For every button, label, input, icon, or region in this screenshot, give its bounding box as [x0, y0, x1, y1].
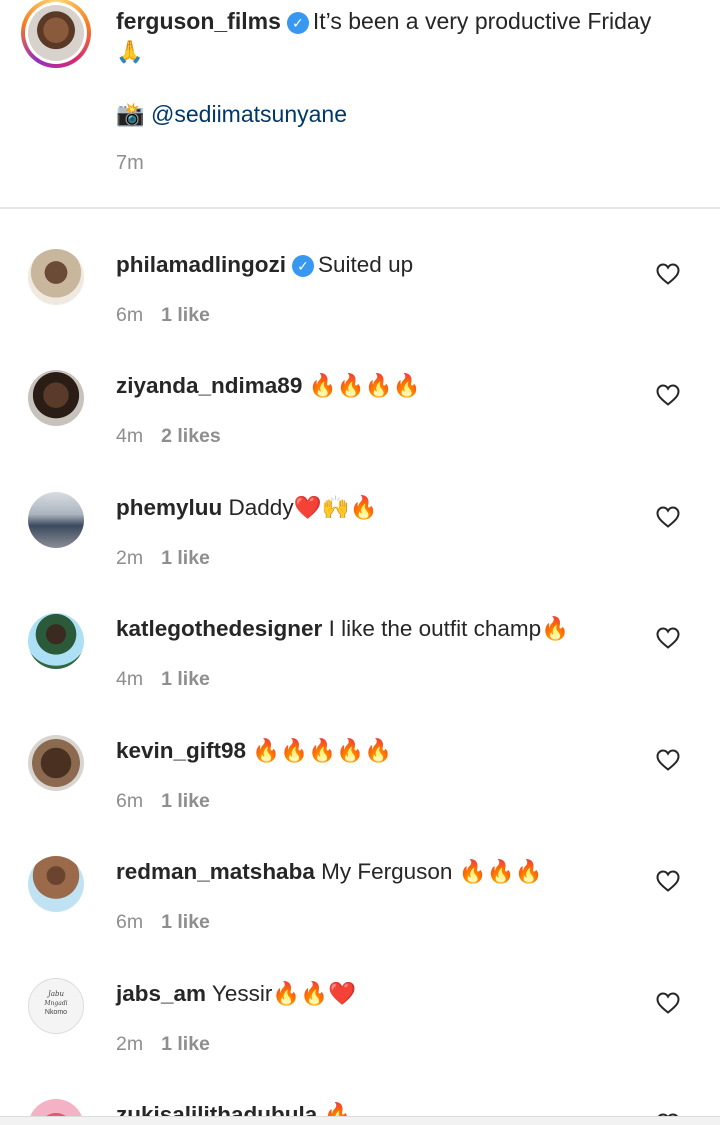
avatar-text: Jabu: [48, 990, 64, 998]
comment-text: 🔥🔥🔥🔥🔥: [252, 738, 393, 763]
comment-text-line: philamadlingozi ✓ Suited up: [116, 251, 413, 279]
caption-text: It’s been a very productive Friday: [312, 8, 652, 34]
comment-text-line: jabs_am Yessir🔥🔥❤️: [116, 980, 356, 1008]
comment-username[interactable]: katlegothedesigner: [116, 616, 322, 641]
verified-badge-icon: ✓: [292, 255, 315, 277]
comment-likes[interactable]: 1 like: [161, 790, 210, 812]
heart-outline-icon[interactable]: [656, 263, 680, 285]
comment-time: 2m: [116, 1033, 144, 1055]
comment-time: 6m: [116, 911, 144, 933]
comment-time: 4m: [116, 425, 144, 447]
comment-likes[interactable]: 1 like: [161, 547, 210, 569]
commenter-avatar[interactable]: [28, 856, 84, 912]
caption-username[interactable]: ferguson_films: [116, 8, 281, 34]
comment-text-line: phemyluu Daddy❤️🙌🔥: [116, 494, 378, 522]
commenter-avatar[interactable]: [28, 735, 84, 791]
comment-item: Jabu Mngadi Nkomo jabs_am Yessir🔥🔥❤️ 2m 1…: [0, 938, 720, 1059]
comment-text: Daddy❤️🙌🔥: [228, 495, 378, 520]
comment-text-line: katlegothedesigner I like the outfit cha…: [116, 615, 569, 643]
comments-list[interactable]: philamadlingozi ✓ Suited up 6m 1 like ziyan…: [0, 209, 720, 1124]
comment-time: 2m: [116, 547, 144, 569]
comment-meta: 4m 1 like: [116, 668, 210, 691]
comment-username[interactable]: philamadlingozi: [116, 252, 286, 277]
caption-emoji: 🙏: [116, 39, 144, 64]
comment-meta: 4m 2 likes: [116, 425, 221, 448]
comment-text-line: ziyanda_ndima89 🔥🔥🔥🔥: [116, 372, 421, 400]
comment-meta: 6m 1 like: [116, 790, 210, 813]
comment-text: Yessir🔥🔥❤️: [211, 981, 357, 1006]
comment-likes[interactable]: 1 like: [161, 668, 210, 690]
heart-outline-icon[interactable]: [656, 870, 680, 892]
commenter-avatar[interactable]: [28, 613, 84, 669]
heart-outline-icon[interactable]: [656, 749, 680, 771]
avatar-text: Mngadi: [44, 1000, 68, 1007]
verified-badge-icon: ✓: [286, 12, 309, 34]
comment-text: I like the outfit champ🔥: [328, 616, 570, 641]
comment-text-line: redman_matshaba My Ferguson 🔥🔥🔥: [116, 858, 543, 886]
comment-likes[interactable]: 1 like: [161, 304, 210, 326]
commenter-avatar[interactable]: [28, 249, 84, 305]
camera-icon: 📸: [116, 101, 145, 127]
heart-outline-icon[interactable]: [656, 992, 680, 1014]
heart-outline-icon[interactable]: [656, 384, 680, 406]
comment-meta: 6m 1 like: [116, 911, 210, 934]
comment-text: 🔥🔥🔥🔥: [308, 373, 421, 398]
heart-outline-icon[interactable]: [656, 506, 680, 528]
comment-item: zukisalilithadubula 🔥: [0, 1059, 720, 1124]
comment-item: ziyanda_ndima89 🔥🔥🔥🔥 4m 2 likes: [0, 330, 720, 451]
comment-meta: 6m 1 like: [116, 304, 210, 327]
comment-username[interactable]: redman_matshaba: [116, 859, 315, 884]
caption-text-line: ferguson_films ✓ It’s been a very producti…: [116, 6, 651, 36]
comment-item: phemyluu Daddy❤️🙌🔥 2m 1 like: [0, 452, 720, 573]
heart-outline-icon[interactable]: [656, 627, 680, 649]
comment-item: redman_matshaba My Ferguson 🔥🔥🔥 6m 1 like: [0, 816, 720, 937]
comment-text: My Ferguson 🔥🔥🔥: [321, 859, 543, 884]
comment-meta: 2m 1 like: [116, 1033, 210, 1056]
comment-item: kevin_gift98 🔥🔥🔥🔥🔥 6m 1 like: [0, 695, 720, 816]
caption-mention-link[interactable]: @sediimatsunyane: [151, 101, 347, 127]
comment-likes[interactable]: 1 like: [161, 1033, 210, 1055]
caption-author-avatar[interactable]: [21, 0, 91, 68]
caption-timestamp: 7m: [116, 152, 144, 174]
comment-username[interactable]: phemyluu: [116, 495, 222, 520]
comment-likes[interactable]: 2 likes: [161, 425, 221, 447]
post-caption: ferguson_films ✓ It’s been a very producti…: [0, 0, 720, 208]
comment-text: Suited up: [318, 252, 414, 277]
avatar-text: Nkomo: [44, 1009, 68, 1016]
comment-likes[interactable]: 1 like: [161, 911, 210, 933]
commenter-avatar[interactable]: Jabu Mngadi Nkomo: [28, 978, 84, 1034]
comment-time: 6m: [116, 790, 144, 812]
comment-text-line: kevin_gift98 🔥🔥🔥🔥🔥: [116, 737, 392, 765]
caption-credit: 📸 @sediimatsunyane: [116, 99, 347, 129]
comment-item: katlegothedesigner I like the outfit cha…: [0, 573, 720, 694]
comment-item: philamadlingozi ✓ Suited up 6m 1 like: [0, 209, 720, 330]
commenter-avatar[interactable]: [28, 492, 84, 548]
comment-username[interactable]: jabs_am: [116, 981, 206, 1006]
comment-username[interactable]: ziyanda_ndima89: [116, 373, 302, 398]
comment-username[interactable]: kevin_gift98: [116, 738, 246, 763]
comment-time: 4m: [116, 668, 144, 690]
comment-meta: 2m 1 like: [116, 547, 210, 570]
comment-time: 6m: [116, 304, 144, 326]
commenter-avatar[interactable]: [28, 370, 84, 426]
